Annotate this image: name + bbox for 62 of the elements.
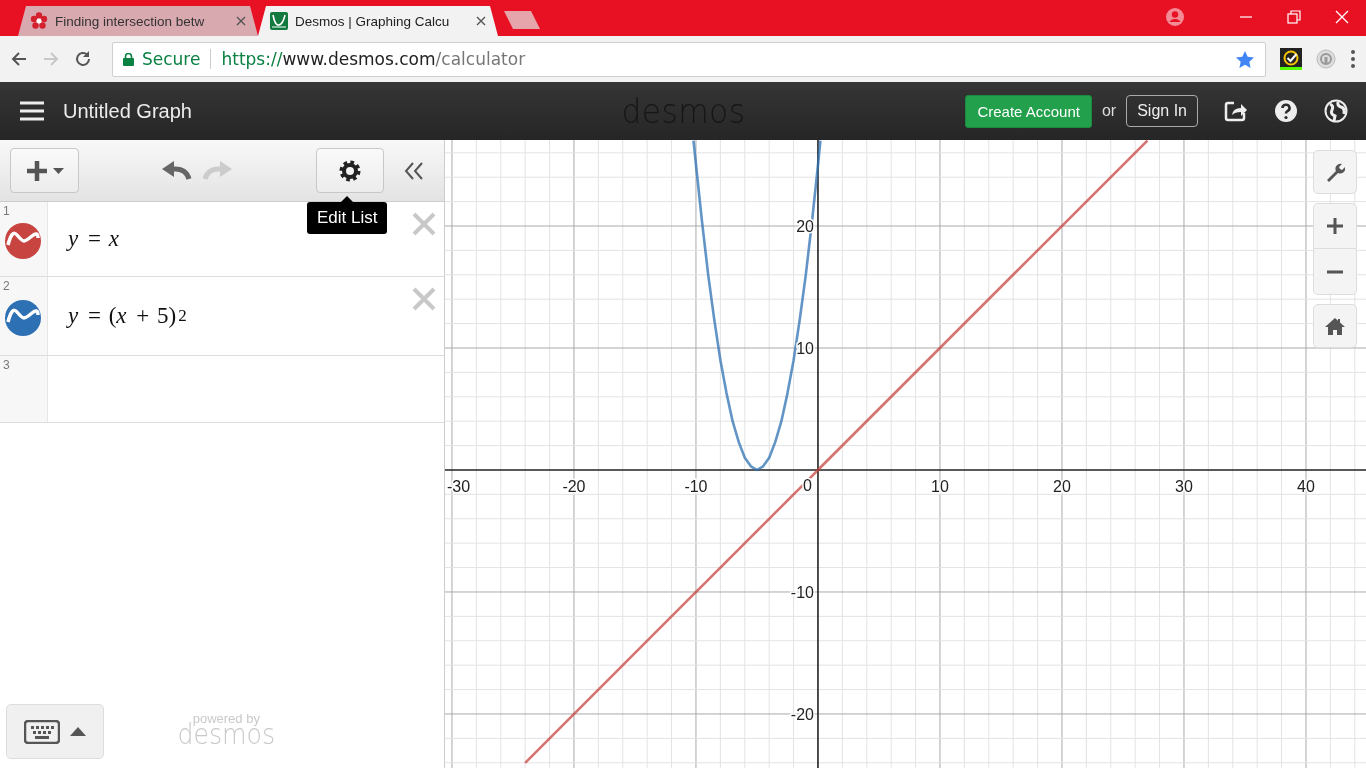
tick-label: 30 — [1175, 478, 1193, 495]
keyboard-button[interactable] — [6, 704, 104, 759]
minus-icon — [1327, 269, 1343, 274]
collapse-icon[interactable] — [404, 161, 424, 180]
curve-toggle-icon[interactable] — [5, 300, 41, 336]
or-label: or — [1101, 102, 1117, 120]
line-number: 2 — [3, 279, 10, 293]
close-icon[interactable] — [1335, 10, 1349, 24]
profile-icon — [1165, 7, 1185, 27]
graph-logo-icon — [270, 12, 288, 30]
checkmark-extension-icon[interactable] — [1280, 48, 1302, 70]
url-text: https://www.desmos.com/calculator — [221, 49, 527, 69]
add-item-button[interactable] — [10, 148, 79, 193]
flower-icon — [30, 12, 48, 30]
browser-tab[interactable]: Desmos | Graphing Calcu — [258, 6, 498, 36]
home-button[interactable] — [1313, 304, 1357, 348]
tick-label: 10 — [796, 340, 814, 357]
curve-toggle-icon[interactable] — [5, 223, 41, 259]
wrench-icon — [1325, 162, 1345, 182]
plus-icon — [1327, 218, 1343, 234]
tick-label: -20 — [562, 478, 586, 495]
lock-icon — [123, 52, 134, 66]
secure-label: Secure — [142, 49, 201, 69]
help-icon[interactable] — [1274, 99, 1298, 123]
tick-label: 40 — [1297, 478, 1315, 495]
home-icon — [1325, 317, 1345, 335]
sign-in-button[interactable]: Sign In — [1126, 95, 1198, 127]
share-icon[interactable] — [1224, 100, 1248, 122]
wrench-button[interactable] — [1313, 150, 1357, 194]
tick-label: 0 — [803, 477, 812, 494]
tick-label: -30 — [447, 478, 471, 495]
tick-label: -20 — [790, 705, 814, 723]
back-icon[interactable] — [10, 50, 28, 68]
zoom-in-button[interactable] — [1313, 203, 1357, 249]
menu-icon[interactable] — [1350, 49, 1356, 69]
restore-icon[interactable] — [1287, 10, 1301, 24]
globe-icon[interactable] — [1324, 99, 1348, 123]
close-tab-icon[interactable] — [476, 16, 486, 26]
browser-tab[interactable]: Finding intersection betw — [18, 6, 258, 36]
tick-label: -10 — [684, 478, 708, 495]
tick-label: -10 — [790, 583, 814, 601]
caret-up-icon — [70, 727, 86, 736]
tick-label: 10 — [931, 478, 949, 495]
tick-label: 20 — [1053, 478, 1071, 495]
close-tab-icon[interactable] — [236, 16, 246, 26]
settings-icon — [338, 158, 362, 183]
settings-button[interactable] — [316, 148, 384, 193]
star-icon[interactable] — [1235, 49, 1255, 69]
graph-title[interactable]: Untitled Graph — [63, 99, 192, 123]
extension-icon[interactable] — [1316, 49, 1336, 69]
plus-icon — [25, 158, 49, 183]
menu-icon[interactable] — [20, 101, 44, 121]
undo-icon[interactable] — [162, 160, 192, 181]
caret-icon — [53, 167, 64, 174]
line-number: 1 — [3, 204, 10, 218]
tooltip: Edit List — [307, 196, 388, 234]
math-expression[interactable]: y = x — [48, 202, 121, 276]
reload-icon[interactable] — [74, 50, 92, 68]
address-field[interactable]: Secure https://www.desmos.com/calculator — [112, 41, 1266, 77]
line-number: 3 — [3, 358, 10, 372]
keyboard-icon — [24, 719, 60, 744]
function-curve[interactable] — [692, 140, 822, 472]
